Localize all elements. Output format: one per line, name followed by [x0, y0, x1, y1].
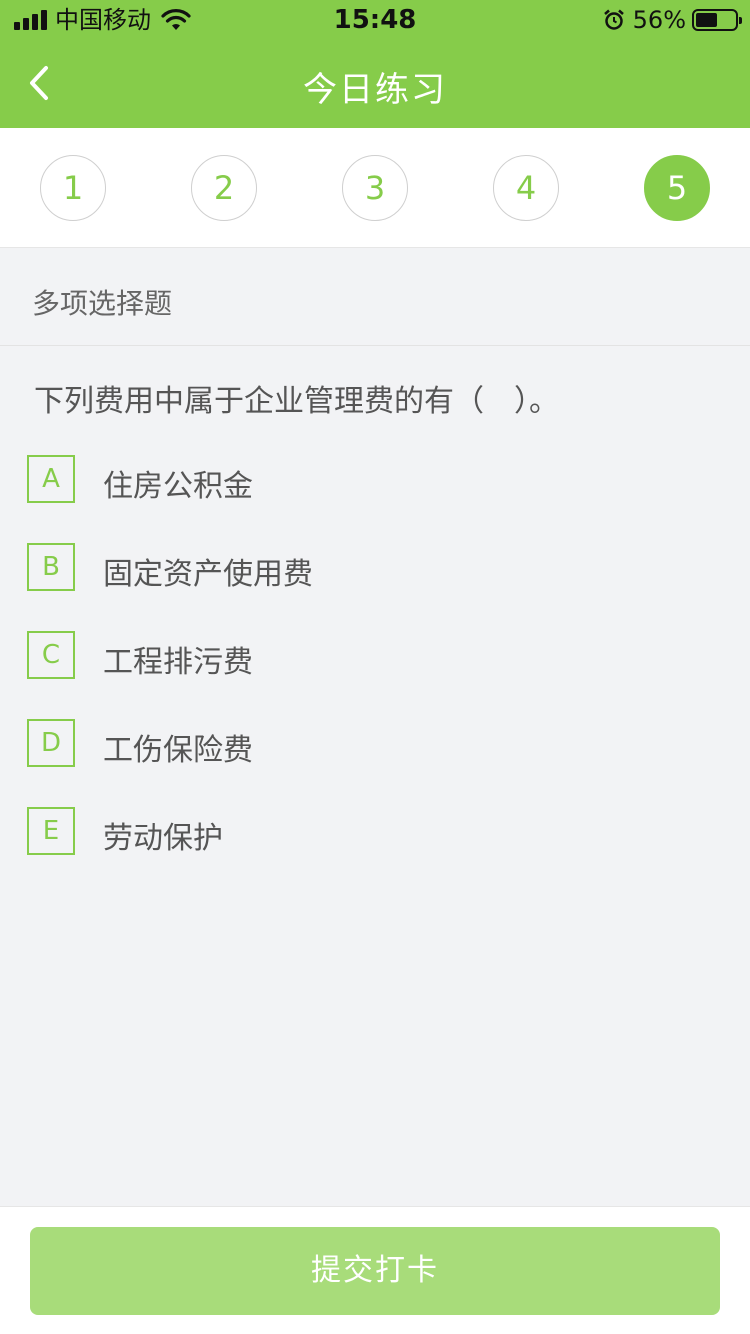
option-text-c: 工程排污费: [103, 645, 253, 680]
option-d[interactable]: D 工伤保险费: [27, 719, 717, 768]
option-checkbox-e[interactable]: E: [27, 807, 75, 855]
option-text-d: 工伤保险费: [103, 733, 253, 768]
option-checkbox-b[interactable]: B: [27, 543, 75, 591]
option-text-a: 住房公积金: [103, 469, 253, 504]
question-number-nav: 1 2 3 4 5: [0, 128, 750, 248]
question-number-5[interactable]: 5: [644, 155, 710, 221]
question-number-2[interactable]: 2: [191, 155, 257, 221]
battery-nub: [739, 17, 742, 24]
option-checkbox-d[interactable]: D: [27, 719, 75, 767]
battery-percent: 56%: [632, 6, 686, 34]
option-c[interactable]: C 工程排污费: [27, 631, 717, 680]
question-type-label: 多项选择题: [32, 287, 173, 320]
footer-bar: 提交打卡: [0, 1206, 750, 1334]
question-number-3[interactable]: 3: [342, 155, 408, 221]
question-number-4[interactable]: 4: [493, 155, 559, 221]
question-number-1[interactable]: 1: [40, 155, 106, 221]
question-text: 下列费用中属于企业管理费的有（ ）。: [34, 384, 559, 419]
option-a[interactable]: A 住房公积金: [27, 455, 717, 504]
app-header: 中国移动 15:48 56% 今日练习: [0, 0, 750, 128]
option-e[interactable]: E 劳动保护: [27, 807, 717, 856]
battery-icon: [692, 9, 742, 31]
question-type-bar: 多项选择题: [0, 248, 750, 346]
status-right: 56%: [603, 6, 742, 34]
alarm-icon: [603, 9, 624, 30]
battery-fill: [696, 13, 717, 27]
option-text-b: 固定资产使用费: [103, 557, 313, 592]
nav-bar: 今日练习: [0, 40, 750, 128]
option-text-e: 劳动保护: [103, 821, 223, 856]
status-bar: 中国移动 15:48 56%: [0, 0, 750, 40]
page-title: 今日练习: [303, 70, 447, 110]
option-checkbox-c[interactable]: C: [27, 631, 75, 679]
option-checkbox-a[interactable]: A: [27, 455, 75, 503]
submit-checkin-button[interactable]: 提交打卡: [30, 1227, 720, 1315]
option-b[interactable]: B 固定资产使用费: [27, 543, 717, 592]
